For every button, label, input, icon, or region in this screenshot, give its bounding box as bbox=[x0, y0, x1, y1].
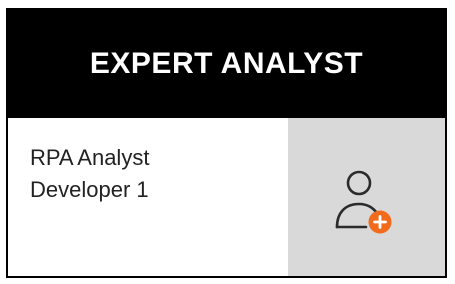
card-title: EXPERT ANALYST bbox=[89, 47, 364, 80]
role-card: EXPERT ANALYST RPA Analyst Developer 1 bbox=[6, 8, 447, 278]
add-user-button[interactable] bbox=[288, 118, 445, 276]
plus-icon bbox=[368, 210, 392, 234]
role-line-2: Developer 1 bbox=[30, 177, 149, 202]
card-header: EXPERT ANALYST bbox=[8, 10, 445, 118]
role-description: RPA Analyst Developer 1 bbox=[30, 142, 280, 206]
card-body: RPA Analyst Developer 1 bbox=[8, 118, 445, 276]
role-line-1: RPA Analyst bbox=[30, 145, 150, 170]
add-user-icon[interactable] bbox=[335, 169, 393, 235]
